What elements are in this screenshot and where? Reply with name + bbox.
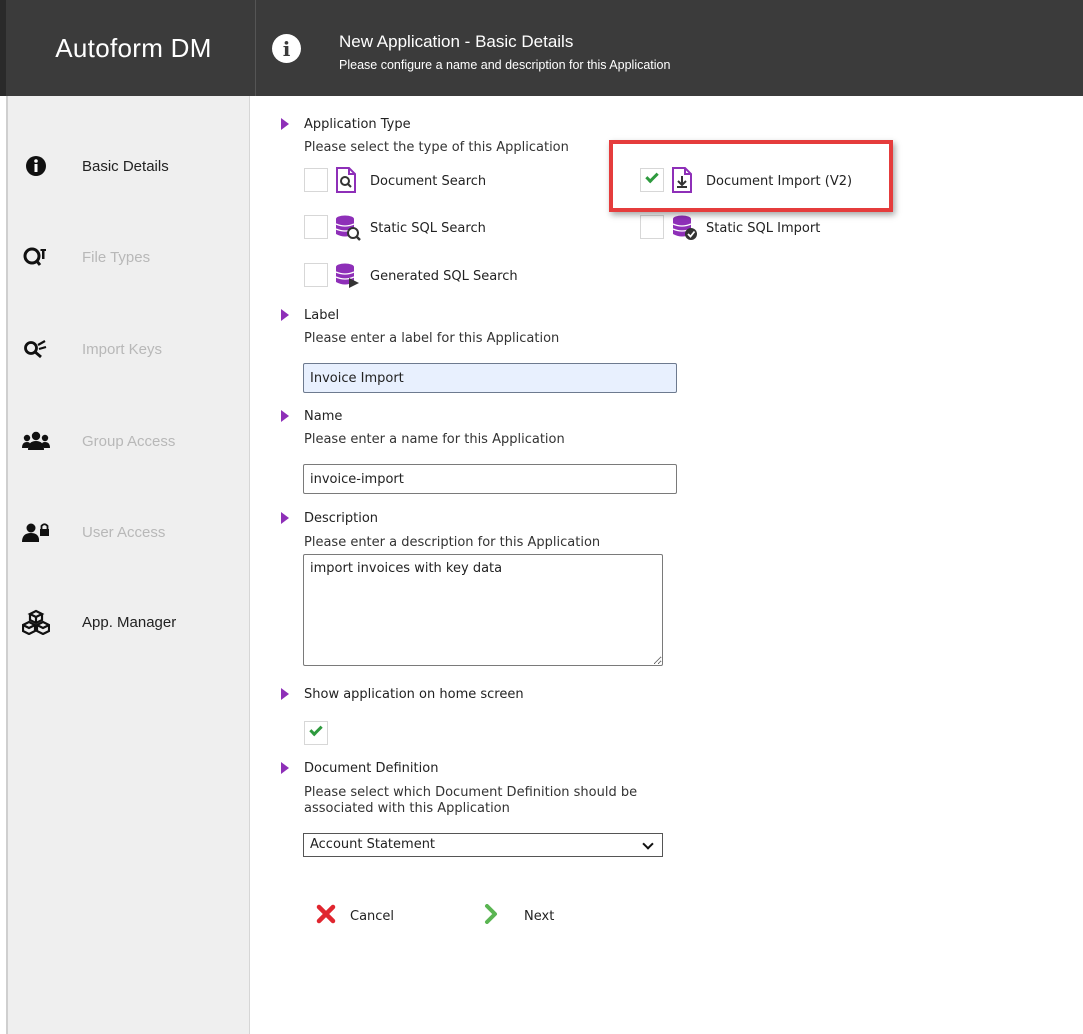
file-types-icon	[22, 243, 50, 271]
static-sql-search-checkbox[interactable]	[304, 215, 328, 239]
sidebar-item-app-manager[interactable]: App. Manager	[8, 602, 252, 642]
highlight-box	[609, 140, 893, 212]
database-import-icon	[671, 214, 699, 246]
document-definition-title: Document Definition	[304, 761, 439, 776]
section-arrow	[281, 688, 289, 700]
cubes-icon	[22, 608, 50, 636]
sidebar-item-label: User Access	[82, 523, 166, 541]
next-label: Next	[524, 908, 555, 924]
section-arrow	[281, 410, 289, 422]
show-on-home-title: Show application on home screen	[304, 687, 524, 702]
generated-sql-search-checkbox[interactable]	[304, 263, 328, 287]
description-textarea[interactable]: import invoices with key data	[303, 554, 663, 666]
label-description: Please enter a label for this Applicatio…	[304, 331, 560, 346]
document-definition-select[interactable]: Account Statement	[303, 833, 663, 857]
application-type-title: Application Type	[304, 117, 411, 132]
import-keys-icon	[22, 335, 50, 363]
sidebar-item-label: Import Keys	[82, 340, 163, 358]
sidebar-item-label: App. Manager	[82, 613, 177, 631]
static-sql-search-label: Static SQL Search	[370, 221, 486, 236]
section-arrow	[281, 512, 289, 524]
chevron-right-icon	[484, 904, 498, 928]
description-title: Description	[304, 511, 379, 526]
cancel-button[interactable]: Cancel	[316, 904, 394, 928]
document-definition-description-2: associated with this Application	[304, 801, 510, 816]
section-arrow	[281, 309, 289, 321]
document-search-icon	[334, 167, 358, 197]
sidebar-item-label: Group Access	[82, 432, 176, 450]
document-search-label: Document Search	[370, 174, 487, 189]
static-sql-import-label: Static SQL Import	[706, 221, 821, 236]
sidebar: Basic Details File Types Import Keys Gro…	[6, 96, 250, 1034]
name-description: Please enter a name for this Application	[304, 432, 565, 447]
document-definition-selected: Account Statement	[310, 837, 436, 852]
next-button[interactable]: Next	[484, 904, 554, 928]
close-icon	[316, 904, 336, 928]
sidebar-item-label: Basic Details	[82, 157, 169, 175]
cancel-label: Cancel	[350, 908, 395, 924]
description-description: Please enter a description for this Appl…	[304, 535, 601, 550]
name-title: Name	[304, 409, 343, 424]
show-on-home-checkbox[interactable]	[304, 721, 328, 745]
user-lock-icon	[22, 518, 50, 546]
name-input[interactable]	[303, 464, 677, 494]
info-icon: i	[272, 34, 301, 63]
label-input[interactable]	[303, 363, 677, 393]
document-definition-description-1: Please select which Document Definition …	[304, 785, 638, 800]
sidebar-item-user-access[interactable]: User Access	[8, 512, 252, 552]
sidebar-item-group-access[interactable]: Group Access	[8, 421, 252, 461]
application-type-description: Please select the type of this Applicati…	[304, 140, 569, 155]
database-generate-icon	[334, 262, 362, 294]
info-icon	[22, 152, 50, 180]
label-title: Label	[304, 308, 340, 323]
app-brand: Autoform DM	[55, 32, 212, 63]
page-subtitle: Please configure a name and description …	[339, 58, 671, 72]
group-icon	[22, 427, 50, 455]
section-arrow	[281, 762, 289, 774]
static-sql-import-checkbox[interactable]	[640, 215, 664, 239]
sidebar-item-import-keys[interactable]: Import Keys	[8, 329, 252, 369]
section-arrow	[281, 118, 289, 130]
sidebar-item-basic-details[interactable]: Basic Details	[8, 146, 252, 186]
top-header: Autoform DM i New Application - Basic De…	[0, 0, 1083, 96]
sidebar-item-label: File Types	[82, 248, 151, 266]
database-search-icon	[334, 214, 362, 246]
generated-sql-search-label: Generated SQL Search	[370, 269, 518, 284]
chevron-down-icon	[642, 838, 654, 850]
page-title: New Application - Basic Details	[339, 32, 574, 51]
header-divider	[255, 0, 256, 96]
check-icon	[309, 722, 323, 737]
document-search-checkbox[interactable]	[304, 168, 328, 192]
sidebar-item-file-types[interactable]: File Types	[8, 237, 252, 277]
